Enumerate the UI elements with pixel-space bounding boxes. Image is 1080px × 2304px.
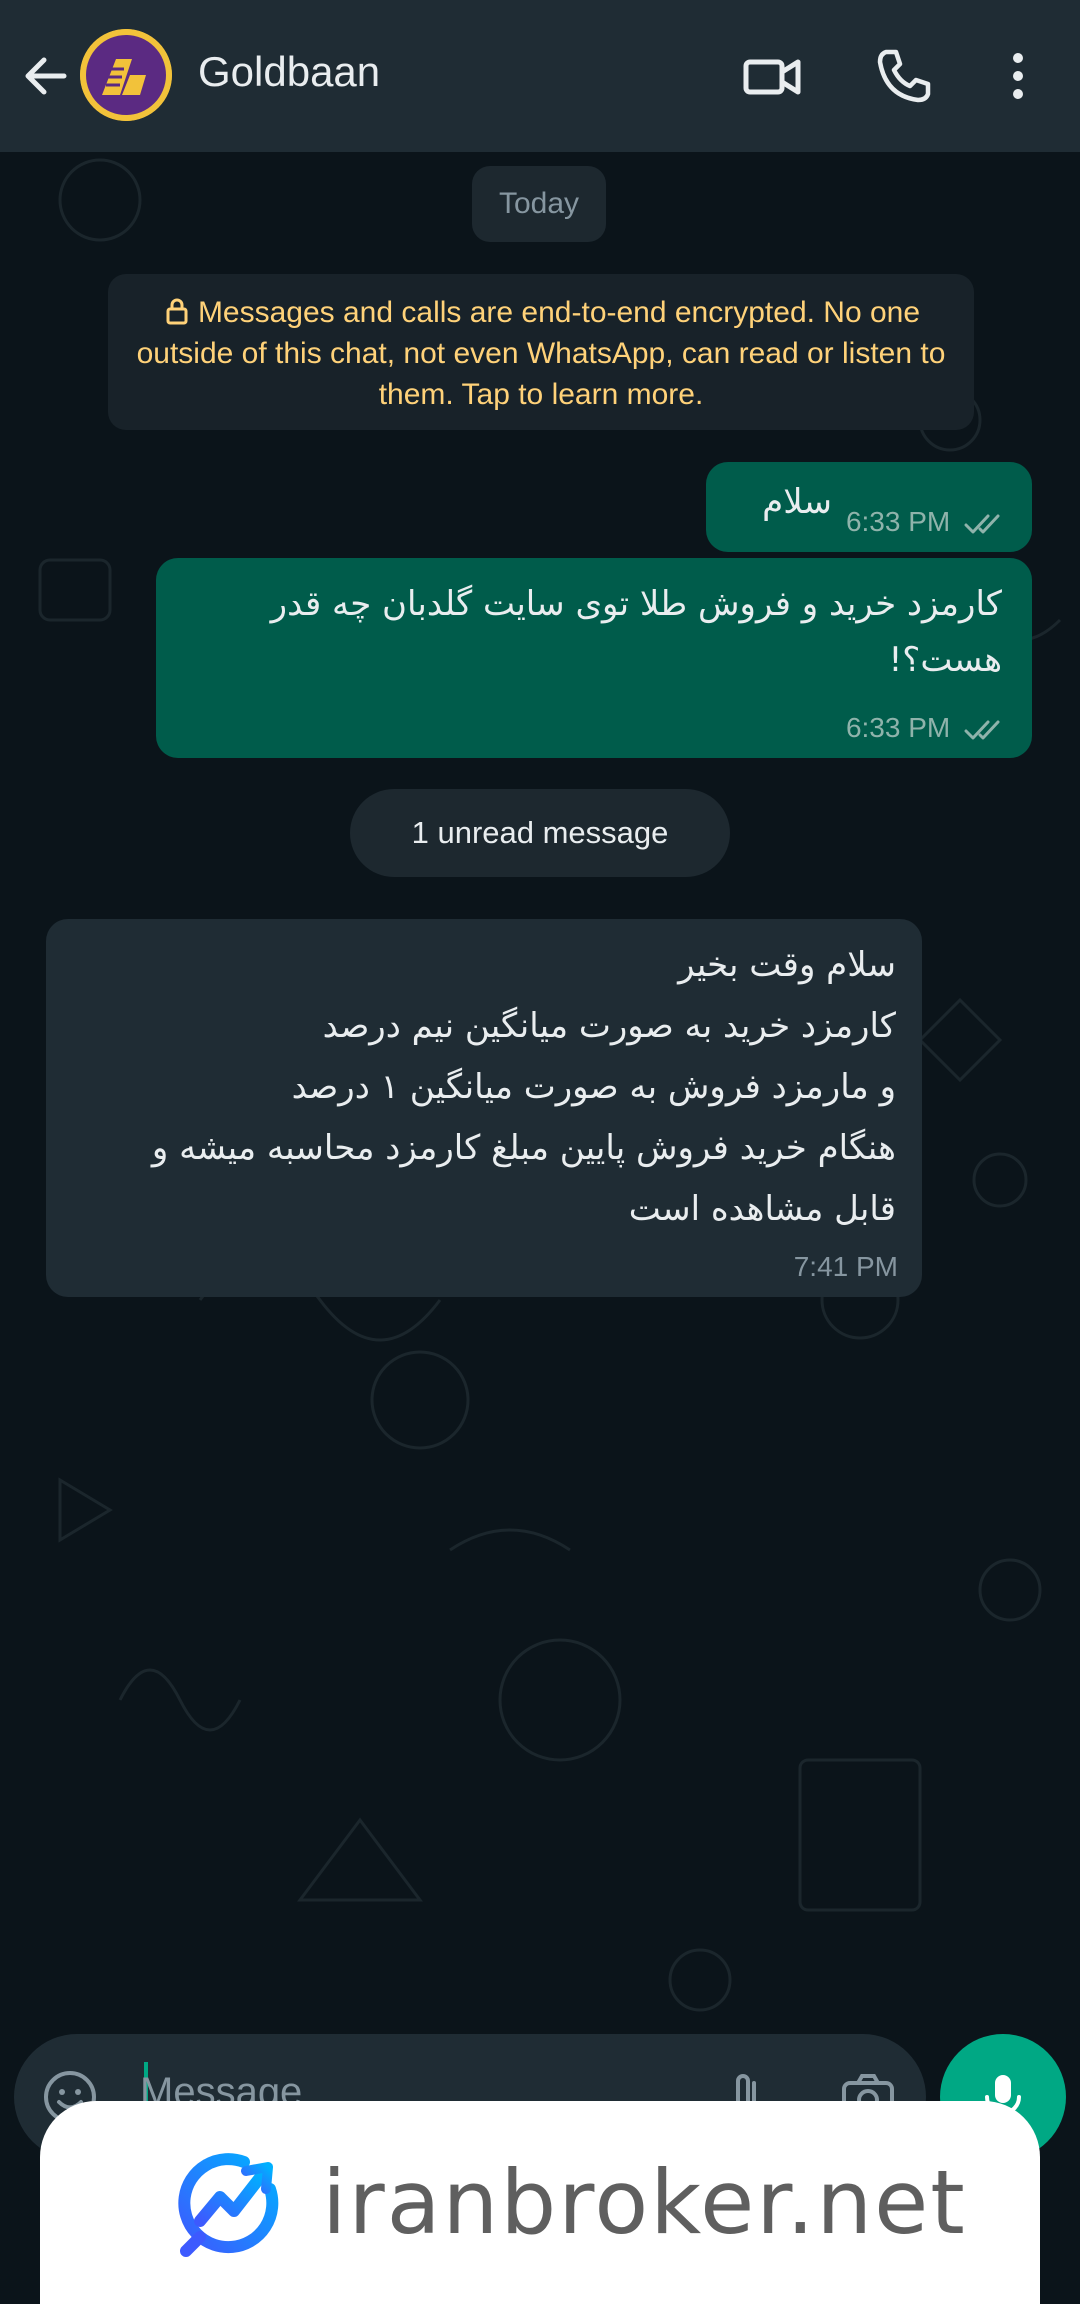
outgoing-message[interactable]: سلام 6:33 PM (706, 462, 1032, 552)
watermark-banner: iranbroker.net (40, 2101, 1040, 2304)
message-line: قابل مشاهده است (628, 1189, 896, 1229)
avatar[interactable] (80, 29, 172, 121)
back-arrow-icon[interactable] (18, 48, 74, 104)
message-text: سلام (762, 482, 832, 522)
message-text: کارمزد خرید و فروش طلا توی سایت گلدبان چ… (271, 576, 1002, 688)
message-text: سلام وقت بخیر کارمزد خرید به صورت میانگی… (66, 935, 896, 1240)
message-time: 7:41 PM (793, 1251, 898, 1282)
voice-call-icon[interactable] (872, 44, 936, 108)
message-line: هنگام خرید فروش پایین مبلغ کارمزد محاسبه… (151, 1128, 896, 1168)
message-line: کارمزد خرید به صورت میانگین نیم درصد (322, 1006, 896, 1046)
more-options-icon[interactable] (986, 44, 1050, 108)
message-line: کارمزد خرید و فروش طلا توی سایت گلدبان چ… (270, 584, 1002, 624)
chat-header: Goldbaan (0, 0, 1080, 152)
message-line: و مارمزد فروش به صورت میانگین ۱ درصد (291, 1067, 896, 1107)
double-check-icon (964, 720, 1000, 740)
double-check-icon (964, 514, 1000, 534)
encryption-notice-text: Messages and calls are end-to-end encryp… (136, 296, 946, 411)
contact-name[interactable]: Goldbaan (198, 48, 380, 96)
gold-bars-logo-icon (80, 29, 172, 121)
message-meta: 6:33 PM (846, 712, 1008, 744)
outgoing-message[interactable]: کارمزد خرید و فروش طلا توی سایت گلدبان چ… (156, 558, 1032, 758)
lock-icon (166, 298, 188, 325)
unread-messages-divider: 1 unread message (350, 789, 730, 877)
encryption-notice[interactable]: Messages and calls are end-to-end encryp… (108, 274, 974, 430)
incoming-message[interactable]: سلام وقت بخیر کارمزد خرید به صورت میانگی… (46, 919, 922, 1297)
message-line: هست؟! (888, 640, 1002, 680)
watermark-text: iranbroker.net (322, 2151, 967, 2254)
video-call-icon[interactable] (740, 44, 804, 108)
message-meta: 6:33 PM (846, 506, 1008, 538)
date-chip: Today (472, 166, 606, 242)
message-time: 6:33 PM (845, 506, 951, 537)
message-time: 6:33 PM (845, 712, 951, 743)
message-line: سلام وقت بخیر (678, 945, 896, 985)
trend-chart-logo-icon (178, 2153, 279, 2257)
